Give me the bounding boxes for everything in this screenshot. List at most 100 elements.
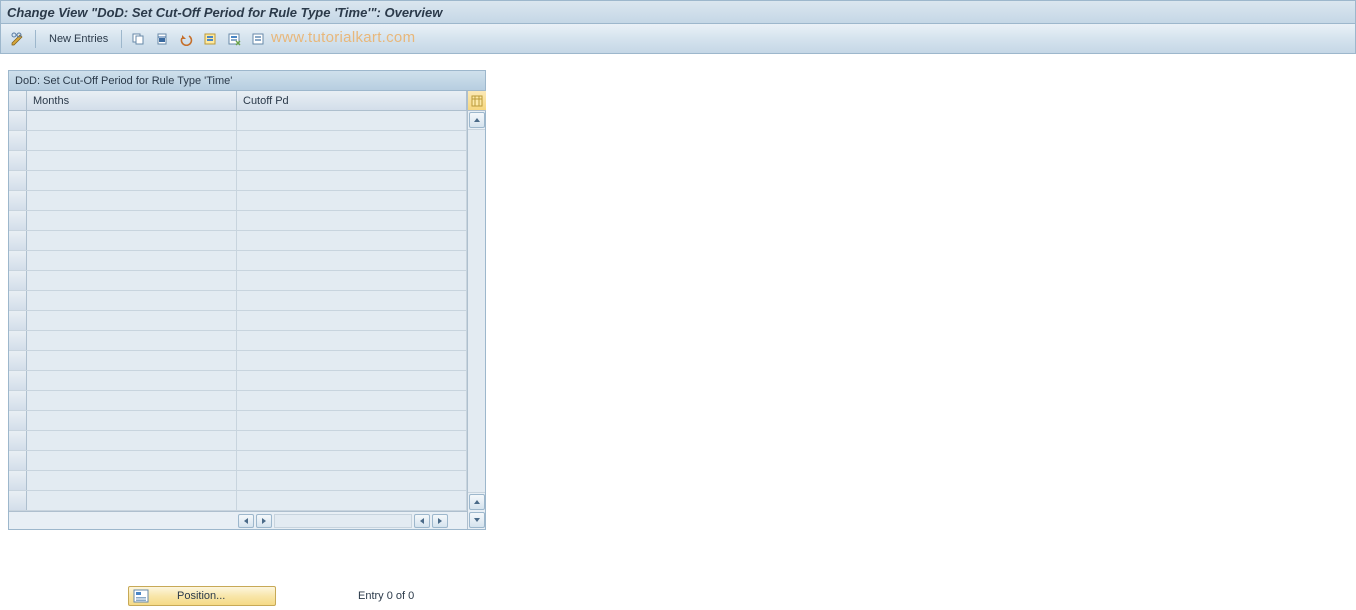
cell-months[interactable] <box>27 431 237 450</box>
cell-cutoff[interactable] <box>237 351 467 370</box>
grid-main: Months Cutoff Pd <box>9 91 467 529</box>
row-selector[interactable] <box>9 291 27 310</box>
vscroll-down-button[interactable] <box>469 512 485 528</box>
select-all-button[interactable] <box>200 29 220 49</box>
cell-months[interactable] <box>27 211 237 230</box>
row-selector[interactable] <box>9 231 27 250</box>
cell-cutoff[interactable] <box>237 111 467 130</box>
row-selector[interactable] <box>9 171 27 190</box>
row-selector[interactable] <box>9 111 27 130</box>
display-change-toggle-button[interactable] <box>7 29 29 49</box>
table-row <box>9 171 467 191</box>
column-header-cutoff[interactable]: Cutoff Pd <box>237 91 467 110</box>
row-selector[interactable] <box>9 371 27 390</box>
row-selector[interactable] <box>9 351 27 370</box>
hscroll-right-button[interactable] <box>256 514 272 528</box>
row-selector[interactable] <box>9 431 27 450</box>
cell-months[interactable] <box>27 151 237 170</box>
cell-months[interactable] <box>27 271 237 290</box>
cell-cutoff[interactable] <box>237 471 467 490</box>
cell-months[interactable] <box>27 191 237 210</box>
row-selector[interactable] <box>9 251 27 270</box>
cell-cutoff[interactable] <box>237 311 467 330</box>
cell-cutoff[interactable] <box>237 231 467 250</box>
row-selector[interactable] <box>9 471 27 490</box>
cell-months[interactable] <box>27 411 237 430</box>
table-row <box>9 451 467 471</box>
column-header-months[interactable]: Months <box>27 91 237 110</box>
table-row <box>9 351 467 371</box>
row-selector[interactable] <box>9 191 27 210</box>
table-row <box>9 211 467 231</box>
hscroll-left-button-2[interactable] <box>414 514 430 528</box>
cell-cutoff[interactable] <box>237 391 467 410</box>
panel-title: DoD: Set Cut-Off Period for Rule Type 'T… <box>9 71 485 91</box>
row-selector[interactable] <box>9 151 27 170</box>
select-block-icon <box>227 32 241 46</box>
cell-cutoff[interactable] <box>237 171 467 190</box>
cell-months[interactable] <box>27 451 237 470</box>
configure-columns-button[interactable] <box>468 91 486 111</box>
pencil-glasses-icon <box>10 31 26 47</box>
row-selector[interactable] <box>9 131 27 150</box>
cell-months[interactable] <box>27 391 237 410</box>
table-row <box>9 291 467 311</box>
copy-as-button[interactable] <box>128 29 148 49</box>
deselect-all-button[interactable] <box>248 29 268 49</box>
page-title: Change View "DoD: Set Cut-Off Period for… <box>7 5 442 20</box>
delete-button[interactable] <box>152 29 172 49</box>
triangle-right-icon <box>436 517 444 525</box>
row-selector-header[interactable] <box>9 91 27 110</box>
row-selector[interactable] <box>9 311 27 330</box>
cell-cutoff[interactable] <box>237 211 467 230</box>
new-entries-button[interactable]: New Entries <box>42 29 115 49</box>
hscroll-left-button[interactable] <box>238 514 254 528</box>
cell-months[interactable] <box>27 131 237 150</box>
cell-cutoff[interactable] <box>237 151 467 170</box>
vscroll-up-button-2[interactable] <box>469 494 485 510</box>
row-selector[interactable] <box>9 331 27 350</box>
hscroll-right-button-2[interactable] <box>432 514 448 528</box>
table-row <box>9 111 467 131</box>
vscroll-track[interactable] <box>468 129 485 493</box>
hscroll-track[interactable] <box>274 514 412 528</box>
cell-months[interactable] <box>27 291 237 310</box>
cell-cutoff[interactable] <box>237 291 467 310</box>
cell-cutoff[interactable] <box>237 451 467 470</box>
cell-cutoff[interactable] <box>237 191 467 210</box>
cell-cutoff[interactable] <box>237 411 467 430</box>
cell-months[interactable] <box>27 231 237 250</box>
row-selector[interactable] <box>9 271 27 290</box>
triangle-left-icon <box>242 517 250 525</box>
table-row <box>9 371 467 391</box>
cell-cutoff[interactable] <box>237 331 467 350</box>
cell-months[interactable] <box>27 171 237 190</box>
cell-months[interactable] <box>27 251 237 270</box>
undo-change-button[interactable] <box>176 29 196 49</box>
cell-months[interactable] <box>27 111 237 130</box>
row-selector[interactable] <box>9 451 27 470</box>
content-area: DoD: Set Cut-Off Period for Rule Type 'T… <box>0 54 1356 538</box>
cell-months[interactable] <box>27 351 237 370</box>
cell-cutoff[interactable] <box>237 431 467 450</box>
cell-cutoff[interactable] <box>237 251 467 270</box>
grid-wrap: Months Cutoff Pd <box>9 91 485 529</box>
vscroll-up-button[interactable] <box>469 112 485 128</box>
row-selector[interactable] <box>9 211 27 230</box>
cell-months[interactable] <box>27 331 237 350</box>
row-selector[interactable] <box>9 411 27 430</box>
cell-cutoff[interactable] <box>237 271 467 290</box>
cell-months[interactable] <box>27 371 237 390</box>
position-button[interactable]: Position... <box>128 586 276 606</box>
select-block-button[interactable] <box>224 29 244 49</box>
cell-months[interactable] <box>27 311 237 330</box>
row-selector[interactable] <box>9 391 27 410</box>
table-panel: DoD: Set Cut-Off Period for Rule Type 'T… <box>8 70 486 530</box>
cell-months[interactable] <box>27 491 237 510</box>
row-selector[interactable] <box>9 491 27 510</box>
cell-cutoff[interactable] <box>237 371 467 390</box>
cell-cutoff[interactable] <box>237 491 467 510</box>
cell-months[interactable] <box>27 471 237 490</box>
cell-cutoff[interactable] <box>237 131 467 150</box>
table-row <box>9 131 467 151</box>
